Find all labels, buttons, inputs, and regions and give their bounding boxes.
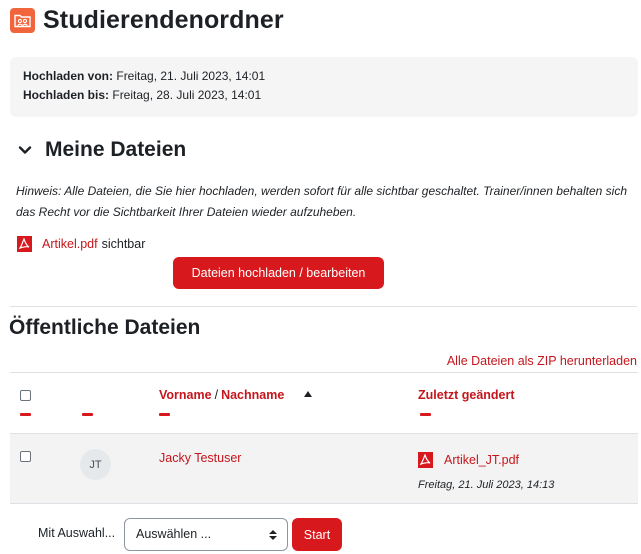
- sort-lastname-link[interactable]: Nachname: [221, 388, 284, 402]
- sort-firstname-link[interactable]: Vorname: [159, 388, 212, 402]
- select-all-checkbox[interactable]: [20, 390, 31, 401]
- my-file-entry: Artikel.pdf sichtbar: [17, 236, 145, 252]
- page-title: Studierendenordner: [43, 6, 284, 34]
- public-files-table: Vorname / Nachname Zuletzt geändert JT Jac…: [10, 372, 638, 504]
- my-files-title: Meine Dateien: [45, 138, 187, 161]
- upload-from-value: Freitag, 21. Juli 2023, 14:01: [116, 69, 266, 83]
- public-files-title: Öffentliche Dateien: [9, 316, 201, 339]
- sort-modified-link[interactable]: Zuletzt geändert: [418, 388, 515, 402]
- table-header: Vorname / Nachname Zuletzt geändert: [10, 372, 638, 434]
- pdf-icon: [17, 236, 32, 252]
- student-name-link[interactable]: Jacky Testuser: [159, 451, 241, 465]
- bulk-action-select[interactable]: Auswählen ...: [124, 518, 288, 551]
- my-file-link[interactable]: Artikel.pdf: [42, 237, 98, 251]
- folder-users-icon: [10, 8, 35, 33]
- column-collapse-marker[interactable]: [20, 413, 31, 416]
- file-modified-date: Freitag, 21. Juli 2023, 14:13: [418, 479, 555, 491]
- bulk-action-label: Mit Auswahl...: [38, 526, 116, 540]
- upload-from-row: Hochladen von: Freitag, 21. Juli 2023, 1…: [23, 67, 625, 86]
- file-visibility-status: sichtbar: [101, 237, 146, 251]
- column-collapse-marker[interactable]: [82, 413, 93, 416]
- bulk-action-selected: Auswählen ...: [136, 527, 212, 541]
- column-collapse-marker[interactable]: [420, 413, 431, 416]
- section-divider: [10, 306, 637, 307]
- page-header: Studierendenordner: [10, 6, 284, 35]
- download-zip-link[interactable]: Alle Dateien als ZIP herunterladen: [447, 354, 637, 368]
- column-collapse-marker[interactable]: [159, 413, 170, 416]
- upload-from-label: Hochladen von:: [23, 69, 114, 83]
- chevron-down-icon: [18, 146, 32, 154]
- my-files-toggle[interactable]: Meine Dateien: [16, 138, 186, 162]
- start-button[interactable]: Start: [292, 518, 342, 551]
- avatar[interactable]: JT: [80, 449, 111, 480]
- submission-dates: Hochladen von: Freitag, 21. Juli 2023, 1…: [10, 57, 638, 117]
- name-separator: /: [214, 388, 219, 402]
- student-file-link[interactable]: Artikel_JT.pdf: [444, 453, 519, 467]
- select-caret-icon: [269, 530, 277, 540]
- upload-edit-button[interactable]: Dateien hochladen / bearbeiten: [173, 257, 384, 289]
- pdf-icon: [418, 452, 433, 468]
- sort-ascending-icon[interactable]: [304, 391, 312, 397]
- name-column-header: Vorname / Nachname: [159, 388, 284, 402]
- upload-to-label: Hochladen bis:: [23, 88, 110, 102]
- row-select-checkbox[interactable]: [20, 451, 31, 462]
- upload-to-row: Hochladen bis: Freitag, 28. Juli 2023, 1…: [23, 86, 625, 105]
- upload-to-value: Freitag, 28. Juli 2023, 14:01: [112, 88, 262, 102]
- table-row: JT Jacky Testuser Artikel_JT.pdf Freitag…: [10, 434, 638, 504]
- upload-hint: Hinweis: Alle Dateien, die Sie hier hoch…: [16, 184, 628, 219]
